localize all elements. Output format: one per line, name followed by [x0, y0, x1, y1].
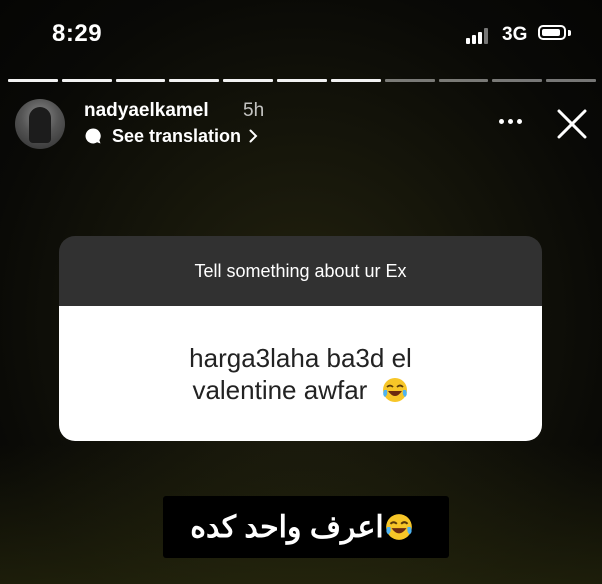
question-sticker: Tell something about ur Ex harga3laha ba…: [59, 236, 542, 441]
caption-text: اعرف واحد كده: [190, 510, 384, 544]
answer-line-2: valentine awfar: [192, 374, 368, 405]
avatar[interactable]: [15, 99, 65, 149]
story-progress-segment: [61, 79, 112, 82]
battery-icon: [538, 25, 566, 40]
status-time: 8:29: [52, 20, 103, 47]
see-translation-button[interactable]: See translation: [84, 125, 258, 147]
story-progress-segment: [330, 79, 381, 82]
laughing-emoji-icon: [382, 377, 407, 402]
avatar-photo: [29, 107, 51, 143]
answer-line-1: harga3laha ba3d el: [189, 342, 412, 373]
story-progress-segment: [546, 79, 596, 82]
close-icon[interactable]: [556, 108, 588, 140]
story-progress-segment: [492, 79, 543, 82]
username[interactable]: nadyaelkamel: [84, 100, 209, 122]
story-progress-segment: [438, 79, 489, 82]
chat-bubble-icon: [85, 128, 101, 144]
question-title: Tell something about ur Ex: [194, 260, 407, 281]
story-progress-segment: [169, 79, 220, 82]
more-options-button[interactable]: [496, 116, 526, 126]
chevron-right-icon: [249, 129, 258, 143]
text-sticker: اعرف واحد كده: [163, 496, 449, 558]
story-progress-segment: [384, 79, 435, 82]
answer-line-2-row: valentine awfar: [192, 374, 408, 406]
story-progress-segment: [115, 79, 166, 82]
status-bar: 8:29 3G: [0, 0, 602, 70]
answer-body: harga3laha ba3d el valentine awfar: [59, 306, 542, 441]
laughing-emoji-icon: [385, 514, 412, 540]
network-type: 3G: [502, 24, 528, 45]
story-progress-segment: [277, 79, 327, 82]
story-progress-bar: [8, 79, 596, 82]
story-progress-segment: [8, 79, 58, 82]
battery-tip: [568, 30, 571, 36]
cellular-signal-icon: [466, 28, 492, 44]
story-progress-segment: [223, 79, 274, 82]
post-time: 5h: [243, 100, 265, 121]
question-header: Tell something about ur Ex: [59, 236, 542, 306]
see-translation-label: See translation: [112, 125, 242, 146]
